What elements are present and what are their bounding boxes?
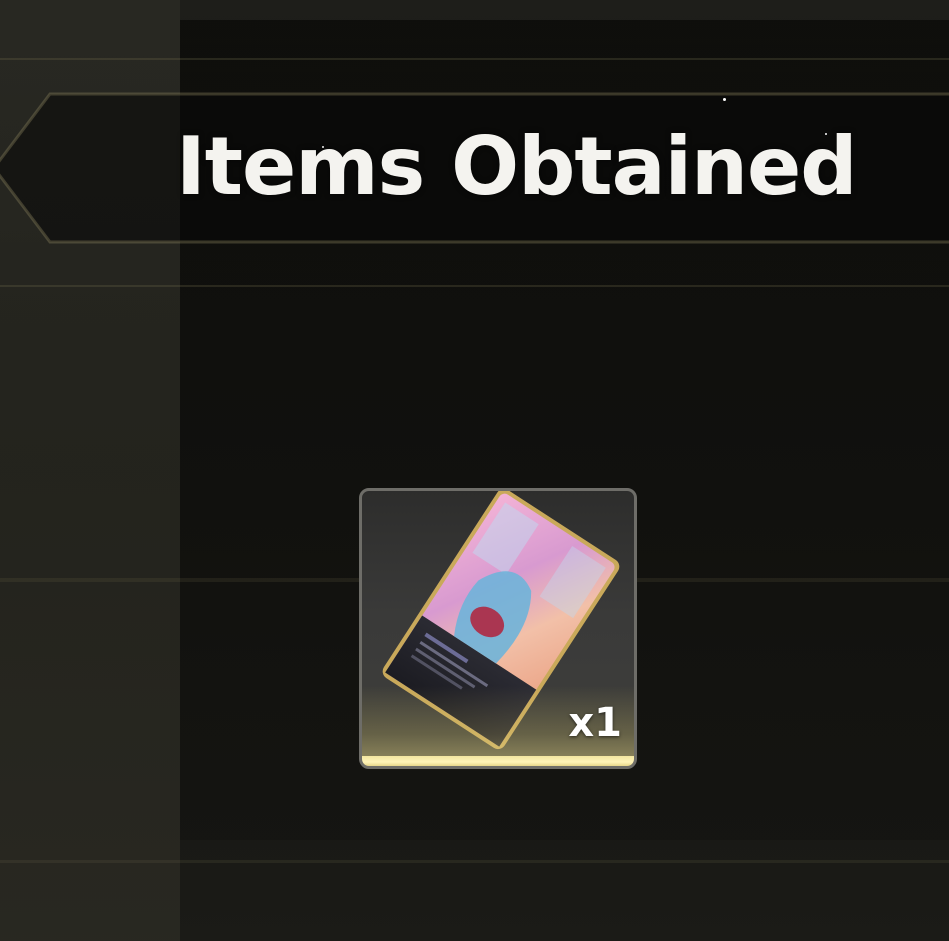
sparkle-dot [723, 98, 726, 101]
rarity-bar [362, 756, 634, 766]
reward-item-slot[interactable]: x1 [359, 488, 637, 769]
banner-bottom-divider [0, 285, 949, 287]
top-divider-line [0, 58, 949, 60]
item-quantity: x1 [568, 700, 622, 746]
page-title: Items Obtained [176, 120, 858, 213]
reward-screen: Items Obtained x1 [0, 0, 949, 941]
bottom-divider-line [0, 860, 949, 863]
